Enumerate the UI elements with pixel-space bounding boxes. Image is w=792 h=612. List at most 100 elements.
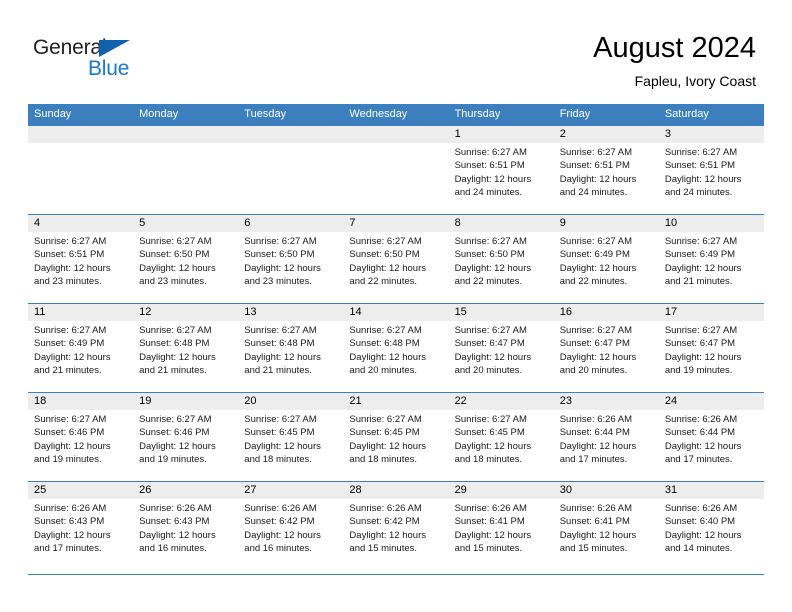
day-details: Sunrise: 6:26 AM Sunset: 6:41 PM Daylight:…: [449, 499, 554, 556]
day-number: 13: [238, 304, 344, 321]
page-subtitle: Fapleu, Ivory Coast: [634, 73, 756, 89]
calendar-day-cell[interactable]: 5 Sunrise: 6:27 AM Sunset: 6:50 PM Daylight…: [133, 214, 239, 304]
sunset-text: Sunset: 6:48 PM: [139, 338, 210, 350]
calendar-day-cell[interactable]: 10 Sunrise: 6:27 AM Sunset: 6:49 PM Dayligh…: [658, 214, 764, 304]
calendar-day-cell[interactable]: 15 Sunrise: 6:27 AM Sunset: 6:47 PM Dayligh…: [448, 303, 554, 393]
day-number: 24: [658, 393, 764, 410]
calendar-week-row: 11 Sunrise: 6:27 AM Sunset: 6:49 PM Dayligh…: [28, 303, 764, 393]
calendar-day-cell[interactable]: 21 Sunrise: 6:27 AM Sunset: 6:45 PM Dayligh…: [343, 392, 449, 482]
sunrise-text: Sunrise: 6:27 AM: [664, 147, 738, 158]
calendar-day-cell[interactable]: 22 Sunrise: 6:27 AM Sunset: 6:45 PM Dayligh…: [448, 392, 554, 482]
daylight-text: Daylight: 12 hours and 16 minutes.: [139, 529, 216, 555]
calendar-day-cell[interactable]: 29 Sunrise: 6:26 AM Sunset: 6:41 PM Dayligh…: [448, 481, 554, 571]
day-number: 7: [343, 215, 449, 232]
sunrise-text: Sunrise: 6:26 AM: [244, 503, 317, 514]
day-details: Sunrise: 6:27 AM Sunset: 6:45 PM Daylight:…: [449, 410, 554, 467]
weekday-header-thursday: Thursday: [448, 104, 554, 126]
calendar-day-cell[interactable]: 20 Sunrise: 6:27 AM Sunset: 6:45 PM Dayligh…: [238, 392, 344, 482]
day-number: 8: [448, 215, 554, 232]
day-details: Sunrise: 6:27 AM Sunset: 6:50 PM Daylight:…: [133, 232, 238, 289]
calendar-grid: Sunday Monday Tuesday Wednesday Thursday…: [28, 104, 764, 571]
calendar-day-cell[interactable]: 14 Sunrise: 6:27 AM Sunset: 6:48 PM Dayligh…: [343, 303, 449, 393]
weekday-header-friday: Friday: [553, 104, 659, 126]
calendar-day-cell[interactable]: 26 Sunrise: 6:26 AM Sunset: 6:43 PM Dayligh…: [133, 481, 239, 571]
sunrise-text: Sunrise: 6:27 AM: [244, 325, 317, 336]
calendar-day-cell[interactable]: 3 Sunrise: 6:27 AM Sunset: 6:51 PM Daylight…: [658, 125, 764, 215]
calendar-day-cell[interactable]: 17 Sunrise: 6:27 AM Sunset: 6:47 PM Dayligh…: [658, 303, 764, 393]
calendar-day-cell[interactable]: 12 Sunrise: 6:27 AM Sunset: 6:48 PM Dayligh…: [133, 303, 239, 393]
day-number: 6: [238, 215, 344, 232]
calendar-week-row: 4 Sunrise: 6:27 AM Sunset: 6:51 PM Daylight…: [28, 214, 764, 304]
daylight-text: Daylight: 12 hours and 14 minutes.: [664, 529, 742, 555]
calendar-day-cell[interactable]: 2 Sunrise: 6:27 AM Sunset: 6:51 PM Daylight…: [553, 125, 659, 215]
day-number: 9: [553, 215, 659, 232]
sunset-text: Sunset: 6:50 PM: [244, 249, 315, 261]
sunrise-text: Sunrise: 6:27 AM: [139, 414, 212, 425]
day-number: 12: [133, 304, 239, 321]
calendar-day-cell[interactable]: 23 Sunrise: 6:26 AM Sunset: 6:44 PM Dayligh…: [553, 392, 659, 482]
sunrise-text: Sunrise: 6:27 AM: [454, 236, 527, 247]
daylight-text: Daylight: 12 hours and 19 minutes.: [139, 440, 216, 466]
calendar-day-cell-empty: [343, 125, 449, 215]
sunrise-text: Sunrise: 6:27 AM: [139, 236, 212, 247]
day-details: Sunrise: 6:27 AM Sunset: 6:45 PM Daylight:…: [343, 410, 448, 467]
day-number: 30: [553, 482, 659, 499]
brand-logo[interactable]: General Blue: [33, 36, 233, 86]
daylight-text: Daylight: 12 hours and 21 minutes.: [139, 351, 216, 377]
day-number: 1: [448, 126, 554, 143]
calendar-day-cell[interactable]: 11 Sunrise: 6:27 AM Sunset: 6:49 PM Dayligh…: [28, 303, 134, 393]
day-number: [238, 126, 344, 143]
calendar-day-cell[interactable]: 7 Sunrise: 6:27 AM Sunset: 6:50 PM Daylight…: [343, 214, 449, 304]
daylight-text: Daylight: 12 hours and 24 minutes.: [559, 173, 637, 199]
sunset-text: Sunset: 6:43 PM: [139, 516, 210, 528]
calendar-day-cell[interactable]: 6 Sunrise: 6:27 AM Sunset: 6:50 PM Daylight…: [238, 214, 344, 304]
sunrise-text: Sunrise: 6:27 AM: [349, 325, 422, 336]
calendar-day-cell[interactable]: 31 Sunrise: 6:26 AM Sunset: 6:40 PM Dayligh…: [658, 481, 764, 571]
calendar-day-cell[interactable]: 1 Sunrise: 6:27 AM Sunset: 6:51 PM Daylight…: [448, 125, 554, 215]
day-details: Sunrise: 6:27 AM Sunset: 6:51 PM Daylight:…: [28, 232, 133, 289]
sunset-text: Sunset: 6:51 PM: [454, 160, 525, 172]
day-number: 14: [343, 304, 449, 321]
day-details: Sunrise: 6:27 AM Sunset: 6:49 PM Daylight:…: [554, 232, 659, 289]
sunset-text: Sunset: 6:51 PM: [34, 249, 105, 261]
sunset-text: Sunset: 6:42 PM: [244, 516, 315, 528]
calendar-day-cell[interactable]: 9 Sunrise: 6:27 AM Sunset: 6:49 PM Daylight…: [553, 214, 659, 304]
sunset-text: Sunset: 6:40 PM: [664, 516, 736, 528]
day-details: Sunrise: 6:27 AM Sunset: 6:51 PM Daylight:…: [659, 143, 764, 200]
daylight-text: Daylight: 12 hours and 22 minutes.: [349, 262, 426, 288]
calendar-day-cell[interactable]: 27 Sunrise: 6:26 AM Sunset: 6:42 PM Dayligh…: [238, 481, 344, 571]
calendar-day-cell[interactable]: 25 Sunrise: 6:26 AM Sunset: 6:43 PM Dayligh…: [28, 481, 134, 571]
sunset-text: Sunset: 6:47 PM: [559, 338, 630, 350]
sunrise-text: Sunrise: 6:26 AM: [559, 414, 633, 425]
calendar-day-cell[interactable]: 19 Sunrise: 6:27 AM Sunset: 6:46 PM Dayligh…: [133, 392, 239, 482]
sunrise-text: Sunrise: 6:26 AM: [559, 503, 633, 514]
calendar-day-cell[interactable]: 30 Sunrise: 6:26 AM Sunset: 6:41 PM Dayligh…: [553, 481, 659, 571]
day-number: 15: [448, 304, 554, 321]
sunset-text: Sunset: 6:50 PM: [454, 249, 525, 261]
day-details: Sunrise: 6:27 AM Sunset: 6:48 PM Daylight:…: [133, 321, 238, 378]
day-details: Sunrise: 6:26 AM Sunset: 6:42 PM Daylight:…: [238, 499, 343, 556]
day-number: 5: [133, 215, 239, 232]
sunrise-text: Sunrise: 6:27 AM: [139, 325, 212, 336]
sunrise-text: Sunrise: 6:26 AM: [454, 503, 527, 514]
daylight-text: Daylight: 12 hours and 18 minutes.: [244, 440, 321, 466]
calendar-day-cell[interactable]: 13 Sunrise: 6:27 AM Sunset: 6:48 PM Dayligh…: [238, 303, 344, 393]
calendar-page: General Blue August 2024 Fapleu, Ivory C…: [0, 0, 792, 612]
sunset-text: Sunset: 6:51 PM: [664, 160, 736, 172]
sunrise-text: Sunrise: 6:26 AM: [664, 503, 738, 514]
daylight-text: Daylight: 12 hours and 17 minutes.: [559, 440, 637, 466]
day-number: 31: [658, 482, 764, 499]
calendar-day-cell[interactable]: 18 Sunrise: 6:27 AM Sunset: 6:46 PM Dayligh…: [28, 392, 134, 482]
calendar-day-cell[interactable]: 24 Sunrise: 6:26 AM Sunset: 6:44 PM Dayligh…: [658, 392, 764, 482]
day-number: 28: [343, 482, 449, 499]
weekday-header-wednesday: Wednesday: [343, 104, 449, 126]
sunrise-text: Sunrise: 6:27 AM: [454, 414, 527, 425]
day-details: Sunrise: 6:27 AM Sunset: 6:47 PM Daylight:…: [449, 321, 554, 378]
calendar-day-cell[interactable]: 4 Sunrise: 6:27 AM Sunset: 6:51 PM Daylight…: [28, 214, 134, 304]
calendar-day-cell[interactable]: 16 Sunrise: 6:27 AM Sunset: 6:47 PM Dayligh…: [553, 303, 659, 393]
calendar-day-cell[interactable]: 28 Sunrise: 6:26 AM Sunset: 6:42 PM Dayligh…: [343, 481, 449, 571]
calendar-day-cell[interactable]: 8 Sunrise: 6:27 AM Sunset: 6:50 PM Daylight…: [448, 214, 554, 304]
day-number: 3: [658, 126, 764, 143]
daylight-text: Daylight: 12 hours and 19 minutes.: [664, 351, 742, 377]
day-details: Sunrise: 6:26 AM Sunset: 6:42 PM Daylight:…: [343, 499, 448, 556]
